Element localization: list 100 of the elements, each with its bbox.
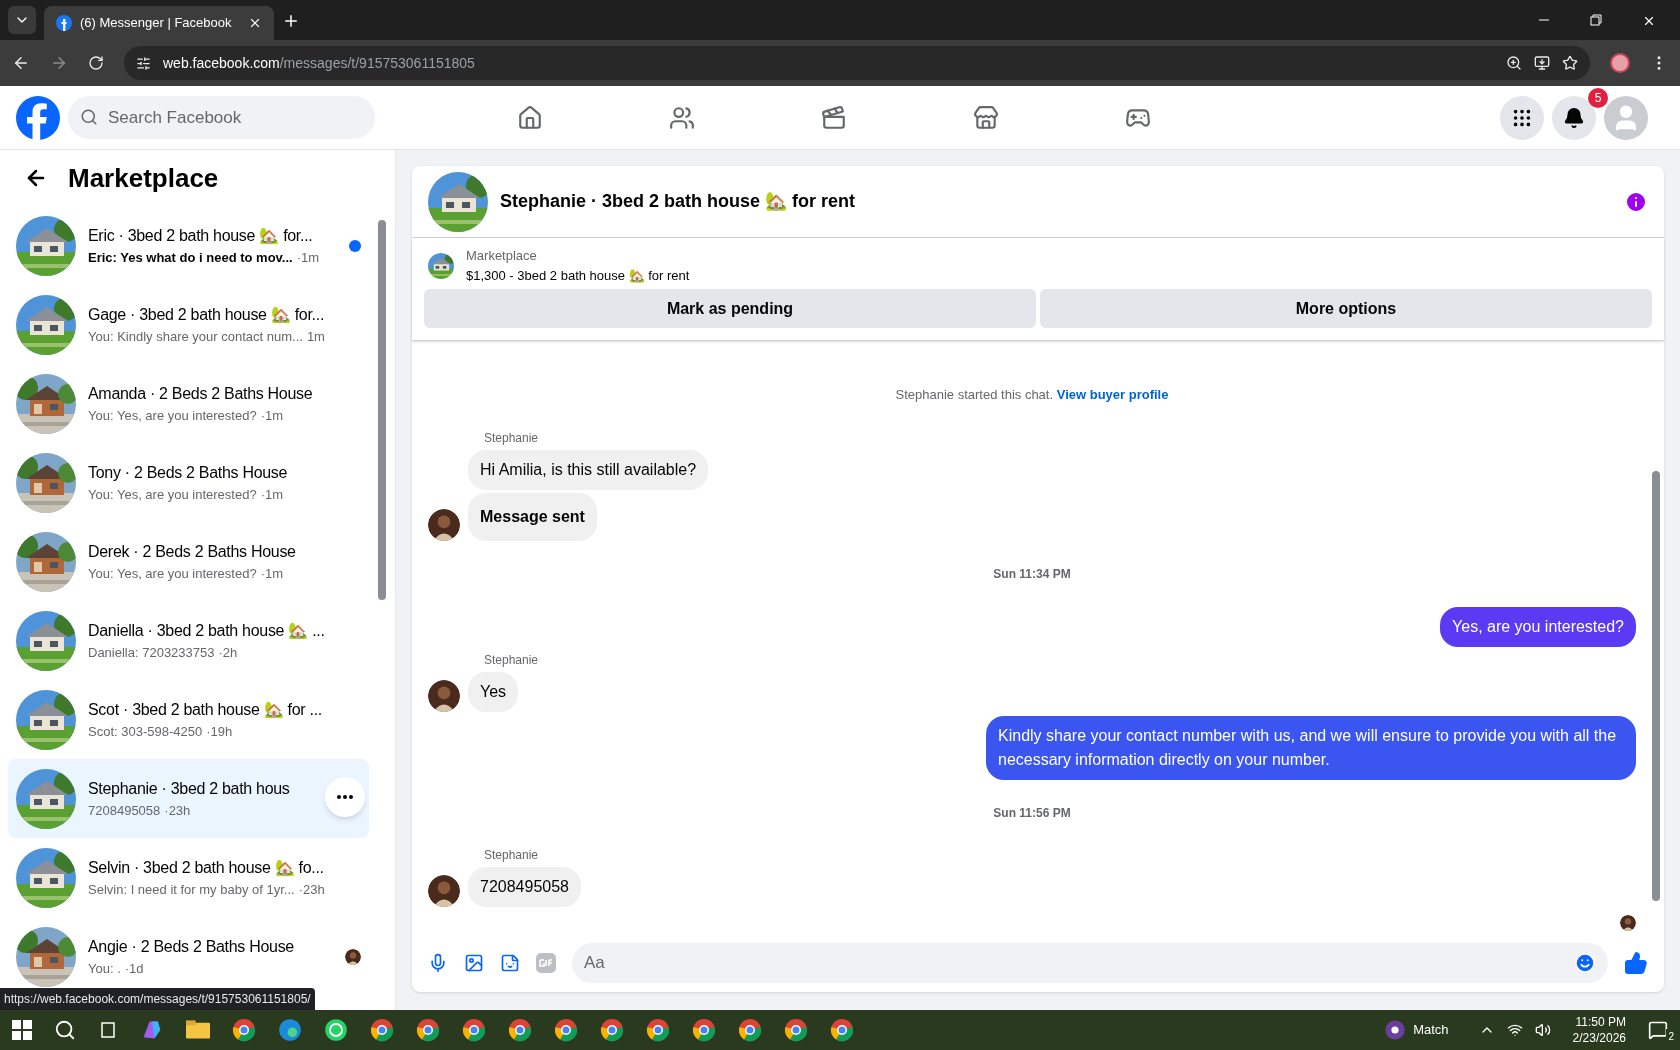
chrome-icon[interactable] xyxy=(462,1018,486,1042)
chrome-icon[interactable] xyxy=(692,1018,716,1042)
photo-icon[interactable] xyxy=(464,953,484,973)
view-buyer-profile-link[interactable]: View buyer profile xyxy=(1056,387,1169,402)
message-preview: You: Yes, are you interested? xyxy=(88,564,257,583)
new-tab-icon[interactable] xyxy=(282,12,300,30)
close-icon[interactable] xyxy=(1642,14,1656,28)
close-icon[interactable] xyxy=(248,16,262,30)
avatar-icon xyxy=(345,948,361,965)
chrome-icon[interactable] xyxy=(600,1018,624,1042)
more-icon xyxy=(337,795,353,799)
sidebar-title: Marketplace xyxy=(68,161,219,195)
conversation-title: Angie · 2 Beds 2 Baths House xyxy=(88,936,294,957)
home-icon[interactable] xyxy=(517,104,543,131)
message-time: ·1m xyxy=(260,485,284,504)
notification-badge: 5 xyxy=(1588,88,1608,108)
conversation-title: Stephanie · 3bed 2 bath hous xyxy=(88,778,290,799)
reload-icon[interactable] xyxy=(88,55,104,71)
chrome-icon[interactable] xyxy=(232,1018,256,1042)
conversation-item[interactable]: Scot · 3bed 2 bath house 🏡 for ... Scot: 303-598-4250 ·19h xyxy=(8,680,369,759)
listing-title: $1,300 - 3bed 2 bath house 🏡 for rent xyxy=(466,266,690,285)
message-preview: You: Kindly share your contact num... xyxy=(88,327,303,346)
listing-label: Marketplace xyxy=(466,247,538,265)
whatsapp-icon[interactable] xyxy=(324,1018,348,1042)
marketplace-icon[interactable] xyxy=(973,104,999,131)
weather-text: Match xyxy=(1413,1021,1449,1040)
message-time: ·23h xyxy=(164,801,191,820)
like-icon[interactable] xyxy=(1624,951,1648,975)
bookmark-icon[interactable] xyxy=(1562,55,1578,71)
chat-title: Stephanie · 3bed 2 bath house 🏡 for rent xyxy=(500,190,857,213)
chrome-icon[interactable] xyxy=(370,1018,394,1042)
facebook-logo[interactable] xyxy=(16,95,60,140)
message-time: ·2h xyxy=(218,643,238,662)
conversation-item[interactable]: Tony · 2 Beds 2 Baths House You: Yes, are you interested? ·1m xyxy=(8,443,369,522)
message-preview: 7208495058 xyxy=(88,801,161,820)
profile-icon[interactable] xyxy=(1610,53,1630,73)
sticker-icon[interactable] xyxy=(500,953,520,973)
bell-icon xyxy=(1563,106,1585,129)
conversation-item[interactable]: Gage · 3bed 2 bath house 🏡 for... You: Kindly share your contact num... 1m xyxy=(8,285,369,364)
chrome-icon[interactable] xyxy=(738,1018,762,1042)
chrome-icon[interactable] xyxy=(830,1018,854,1042)
message-bubble: Kindly share your contact number with us, and we will ensure to provide you with all the necessary information directly on your number. xyxy=(986,715,1636,780)
message-time: 1m xyxy=(306,327,325,346)
message-time: ·1d xyxy=(124,959,144,978)
emoji-icon[interactable] xyxy=(1574,952,1596,974)
conversation-item[interactable]: Selvin · 3bed 2 bath house 🏡 fo... Selvin: I need it for my baby of 1yr... ·23h xyxy=(8,838,369,917)
message-field[interactable]: Aa xyxy=(572,943,1608,983)
conversation-item[interactable]: Daniella · 3bed 2 bath house 🏡 ... Daniella: 7203233753 ·2h xyxy=(8,601,369,680)
mark-pending-button[interactable]: Mark as pending xyxy=(424,289,1036,328)
chrome-icon[interactable] xyxy=(784,1018,808,1042)
search-field[interactable]: Search Facebook xyxy=(68,96,375,139)
site-info-icon[interactable] xyxy=(136,55,151,71)
timestamp: Sun 11:34 PM xyxy=(993,565,1071,583)
message-time: ·1m xyxy=(260,564,284,583)
search-icon xyxy=(80,108,98,126)
search-icon[interactable] xyxy=(54,1019,76,1041)
more-options-button[interactable]: More options xyxy=(1040,289,1652,328)
edge-icon[interactable] xyxy=(278,1018,302,1042)
task-view-icon[interactable] xyxy=(98,1020,118,1040)
menu-button[interactable] xyxy=(1500,95,1544,140)
windows-icon[interactable] xyxy=(12,1020,32,1040)
message-time: ·23h xyxy=(298,880,325,899)
microphone-icon[interactable] xyxy=(428,953,448,973)
chrome-icon[interactable] xyxy=(508,1018,532,1042)
chrome-icon[interactable] xyxy=(416,1018,440,1042)
conversation-item[interactable]: Amanda · 2 Beds 2 Baths House You: Yes, are you interested? ·1m xyxy=(8,364,369,443)
sender-name: Stephanie xyxy=(484,846,540,864)
tab-search-button[interactable] xyxy=(8,6,36,34)
conversation-title: Derek · 2 Beds 2 Baths House xyxy=(88,541,296,562)
conversation-title: Selvin · 3bed 2 bath house 🏡 fo... xyxy=(88,857,324,878)
message-bubble: 7208495058 xyxy=(468,866,581,907)
conversation-title: Scot · 3bed 2 bath house 🏡 for ... xyxy=(88,699,322,720)
sender-name: Stephanie xyxy=(484,651,540,669)
chrome-icon[interactable] xyxy=(554,1018,578,1042)
install-icon[interactable] xyxy=(1534,55,1550,71)
forward-icon[interactable] xyxy=(50,54,68,72)
browser-tab[interactable]: (6) Messenger | Facebook xyxy=(44,6,274,40)
message-preview: Eric: Yes what do i need to mov... xyxy=(88,248,293,267)
back-icon[interactable] xyxy=(12,54,30,72)
address-bar[interactable]: web.facebook.com/messages/t/915753061151805 xyxy=(124,46,1590,80)
friends-icon[interactable] xyxy=(669,104,695,131)
tab-title: (6) Messenger | Facebook xyxy=(80,14,233,33)
chrome-icon[interactable] xyxy=(646,1018,670,1042)
status-url-tooltip: https://web.facebook.com/messages/t/915753061151805/ xyxy=(0,988,315,1010)
conversation-item[interactable]: Eric · 3bed 2 bath house 🏡 for... Eric: Yes what do i need to mov... ·1m xyxy=(8,206,369,285)
video-icon[interactable] xyxy=(821,104,847,131)
message-time: ·1m xyxy=(296,248,320,267)
restore-icon[interactable] xyxy=(1590,14,1602,26)
notification-center-icon[interactable] xyxy=(1648,1020,1668,1040)
conversation-item[interactable]: Derek · 2 Beds 2 Baths House You: Yes, are you interested? ·1m xyxy=(8,522,369,601)
sender-name: Stephanie xyxy=(484,429,540,447)
zoom-icon[interactable] xyxy=(1506,55,1522,71)
volume-icon[interactable] xyxy=(1534,1022,1551,1038)
message-preview: You: Yes, are you interested? xyxy=(88,485,257,504)
more-button[interactable] xyxy=(325,777,365,817)
message-bubble: Message sent xyxy=(468,492,597,541)
conversation-item[interactable]: Stephanie · 3bed 2 bath hous 7208495058 ·23h xyxy=(8,759,369,838)
notifications-button[interactable] xyxy=(1552,95,1596,140)
network-icon[interactable] xyxy=(1506,1022,1523,1038)
conversation-title: Amanda · 2 Beds 2 Baths House xyxy=(88,383,313,404)
